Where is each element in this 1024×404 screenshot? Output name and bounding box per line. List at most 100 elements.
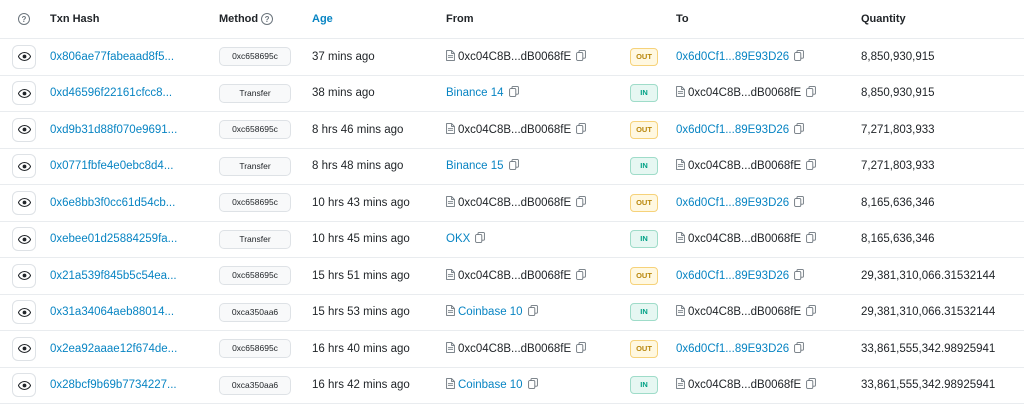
document-icon (446, 49, 458, 64)
copy-icon[interactable] (571, 195, 587, 210)
copy-icon[interactable] (801, 159, 817, 173)
copy-icon[interactable] (801, 378, 817, 392)
copy-icon[interactable] (789, 341, 805, 356)
to-cell: 0x6d0Cf1...89E93D26 (676, 39, 846, 75)
quantity-cell: 33,861,555,342.98925941 (861, 368, 1021, 404)
copy-icon[interactable] (571, 341, 587, 356)
method-cell: 0xca350aa6 (219, 368, 299, 404)
table-row: 0x2ea92aaae12f674de... 0xc658695c 16 hrs 4… (0, 331, 1024, 368)
from-address[interactable]: Coinbase 10 (458, 379, 523, 391)
copy-icon[interactable] (789, 268, 805, 283)
to-cell: 0xc04C8B...dB0068fE (676, 295, 846, 331)
header-method: Method ? (219, 0, 299, 38)
eye-icon[interactable] (12, 44, 36, 69)
eye-icon[interactable] (12, 117, 36, 142)
method-badge: Transfer (219, 229, 291, 249)
age-text: 8 hrs 46 mins ago (312, 123, 404, 136)
eye-icon[interactable] (12, 300, 36, 325)
quantity-text: 29,381,310,066.31532144 (861, 306, 996, 319)
from-cell: Coinbase 10 (446, 368, 621, 404)
copy-icon[interactable] (523, 378, 538, 392)
method-cell: 0xc658695c (219, 112, 299, 148)
age-text: 15 hrs 53 mins ago (312, 306, 410, 319)
quantity-text: 8,850,930,915 (861, 87, 935, 100)
document-icon (676, 305, 688, 319)
copy-icon[interactable] (789, 122, 805, 137)
method-badge: 0xc658695c (219, 193, 291, 213)
copy-icon[interactable] (801, 86, 817, 100)
from-cell: 0xc04C8B...dB0068fE (446, 39, 621, 75)
age-cell: 37 mins ago (312, 39, 432, 75)
header-to: To (676, 13, 689, 25)
copy-icon[interactable] (801, 232, 817, 246)
to-address[interactable]: 0x6d0Cf1...89E93D26 (676, 51, 789, 63)
eye-icon[interactable] (12, 263, 36, 288)
copy-icon[interactable] (789, 49, 805, 64)
document-icon (446, 122, 458, 137)
copy-icon[interactable] (571, 49, 587, 64)
transactions-table: ? Txn Hash Method ? Age From To Quantity… (0, 0, 1024, 404)
txn-hash-link[interactable]: 0x2ea92aaae12f674de... (50, 343, 177, 355)
txn-hash-link[interactable]: 0xd9b31d88f070e9691... (50, 124, 177, 136)
to-address[interactable]: 0x6d0Cf1...89E93D26 (676, 343, 789, 355)
copy-icon[interactable] (801, 305, 817, 319)
document-icon (446, 268, 458, 283)
direction-cell: OUT (630, 112, 660, 148)
copy-icon[interactable] (789, 195, 805, 210)
from-address[interactable]: OKX (446, 233, 470, 245)
txn-hash-cell: 0xd9b31d88f070e9691... (50, 112, 210, 148)
txn-hash-cell: 0x6e8bb3f0cc61d54cb... (50, 185, 210, 221)
header-help[interactable]: ? (11, 0, 37, 38)
copy-icon[interactable] (504, 159, 519, 173)
to-address[interactable]: 0x6d0Cf1...89E93D26 (676, 124, 789, 136)
from-address[interactable]: Binance 14 (446, 87, 504, 99)
copy-icon[interactable] (571, 122, 587, 137)
copy-icon[interactable] (571, 268, 587, 283)
eye-icon[interactable] (12, 336, 36, 361)
header-method-label: Method (219, 13, 259, 25)
quantity-cell: 8,165,636,346 (861, 222, 1021, 258)
from-address[interactable]: Coinbase 10 (458, 306, 523, 318)
from-cell: 0xc04C8B...dB0068fE (446, 185, 621, 221)
from-address[interactable]: Binance 15 (446, 160, 504, 172)
method-cell: 0xc658695c (219, 331, 299, 367)
txn-hash-cell: 0xebee01d25884259fa... (50, 222, 210, 258)
direction-badge: IN (630, 84, 658, 103)
txn-hash-link[interactable]: 0x0771fbfe4e0ebc8d4... (50, 160, 173, 172)
to-cell: 0x6d0Cf1...89E93D26 (676, 331, 846, 367)
txn-hash-link[interactable]: 0xd46596f22161cfcc8... (50, 87, 172, 99)
copy-icon[interactable] (523, 305, 538, 319)
method-badge: 0xca350aa6 (219, 302, 291, 322)
eye-icon[interactable] (12, 190, 36, 215)
eye-icon[interactable] (12, 227, 36, 252)
preview-cell (11, 149, 37, 185)
age-cell: 8 hrs 46 mins ago (312, 112, 432, 148)
eye-icon[interactable] (12, 81, 36, 106)
direction-badge: OUT (630, 266, 658, 285)
header-age[interactable]: Age (312, 0, 432, 38)
txn-hash-link[interactable]: 0x6e8bb3f0cc61d54cb... (50, 197, 175, 209)
txn-hash-link[interactable]: 0x21a539f845b5c54ea... (50, 270, 177, 282)
method-badge: Transfer (219, 83, 291, 103)
txn-hash-cell: 0x0771fbfe4e0ebc8d4... (50, 149, 210, 185)
question-circle-icon[interactable]: ? (18, 13, 30, 25)
copy-icon[interactable] (504, 86, 519, 100)
eye-icon[interactable] (12, 154, 36, 179)
from-address: 0xc04C8B...dB0068fE (458, 50, 572, 63)
document-icon (446, 378, 458, 392)
age-cell: 38 mins ago (312, 76, 432, 112)
from-cell: Binance 15 (446, 149, 621, 185)
age-cell: 15 hrs 53 mins ago (312, 295, 432, 331)
txn-hash-link[interactable]: 0xebee01d25884259fa... (50, 233, 177, 245)
txn-hash-link[interactable]: 0x28bcf9b69b7734227... (50, 379, 177, 391)
direction-cell: OUT (630, 331, 660, 367)
preview-cell (11, 39, 37, 75)
question-circle-icon[interactable]: ? (261, 13, 274, 25)
eye-icon[interactable] (12, 373, 36, 398)
to-address[interactable]: 0x6d0Cf1...89E93D26 (676, 270, 789, 282)
txn-hash-link[interactable]: 0x806ae77fabeaad8f5... (50, 51, 174, 63)
copy-icon[interactable] (470, 232, 486, 246)
to-address[interactable]: 0x6d0Cf1...89E93D26 (676, 197, 789, 209)
quantity-text: 8,165,636,346 (861, 196, 935, 209)
txn-hash-link[interactable]: 0x31a34064aeb88014... (50, 306, 174, 318)
